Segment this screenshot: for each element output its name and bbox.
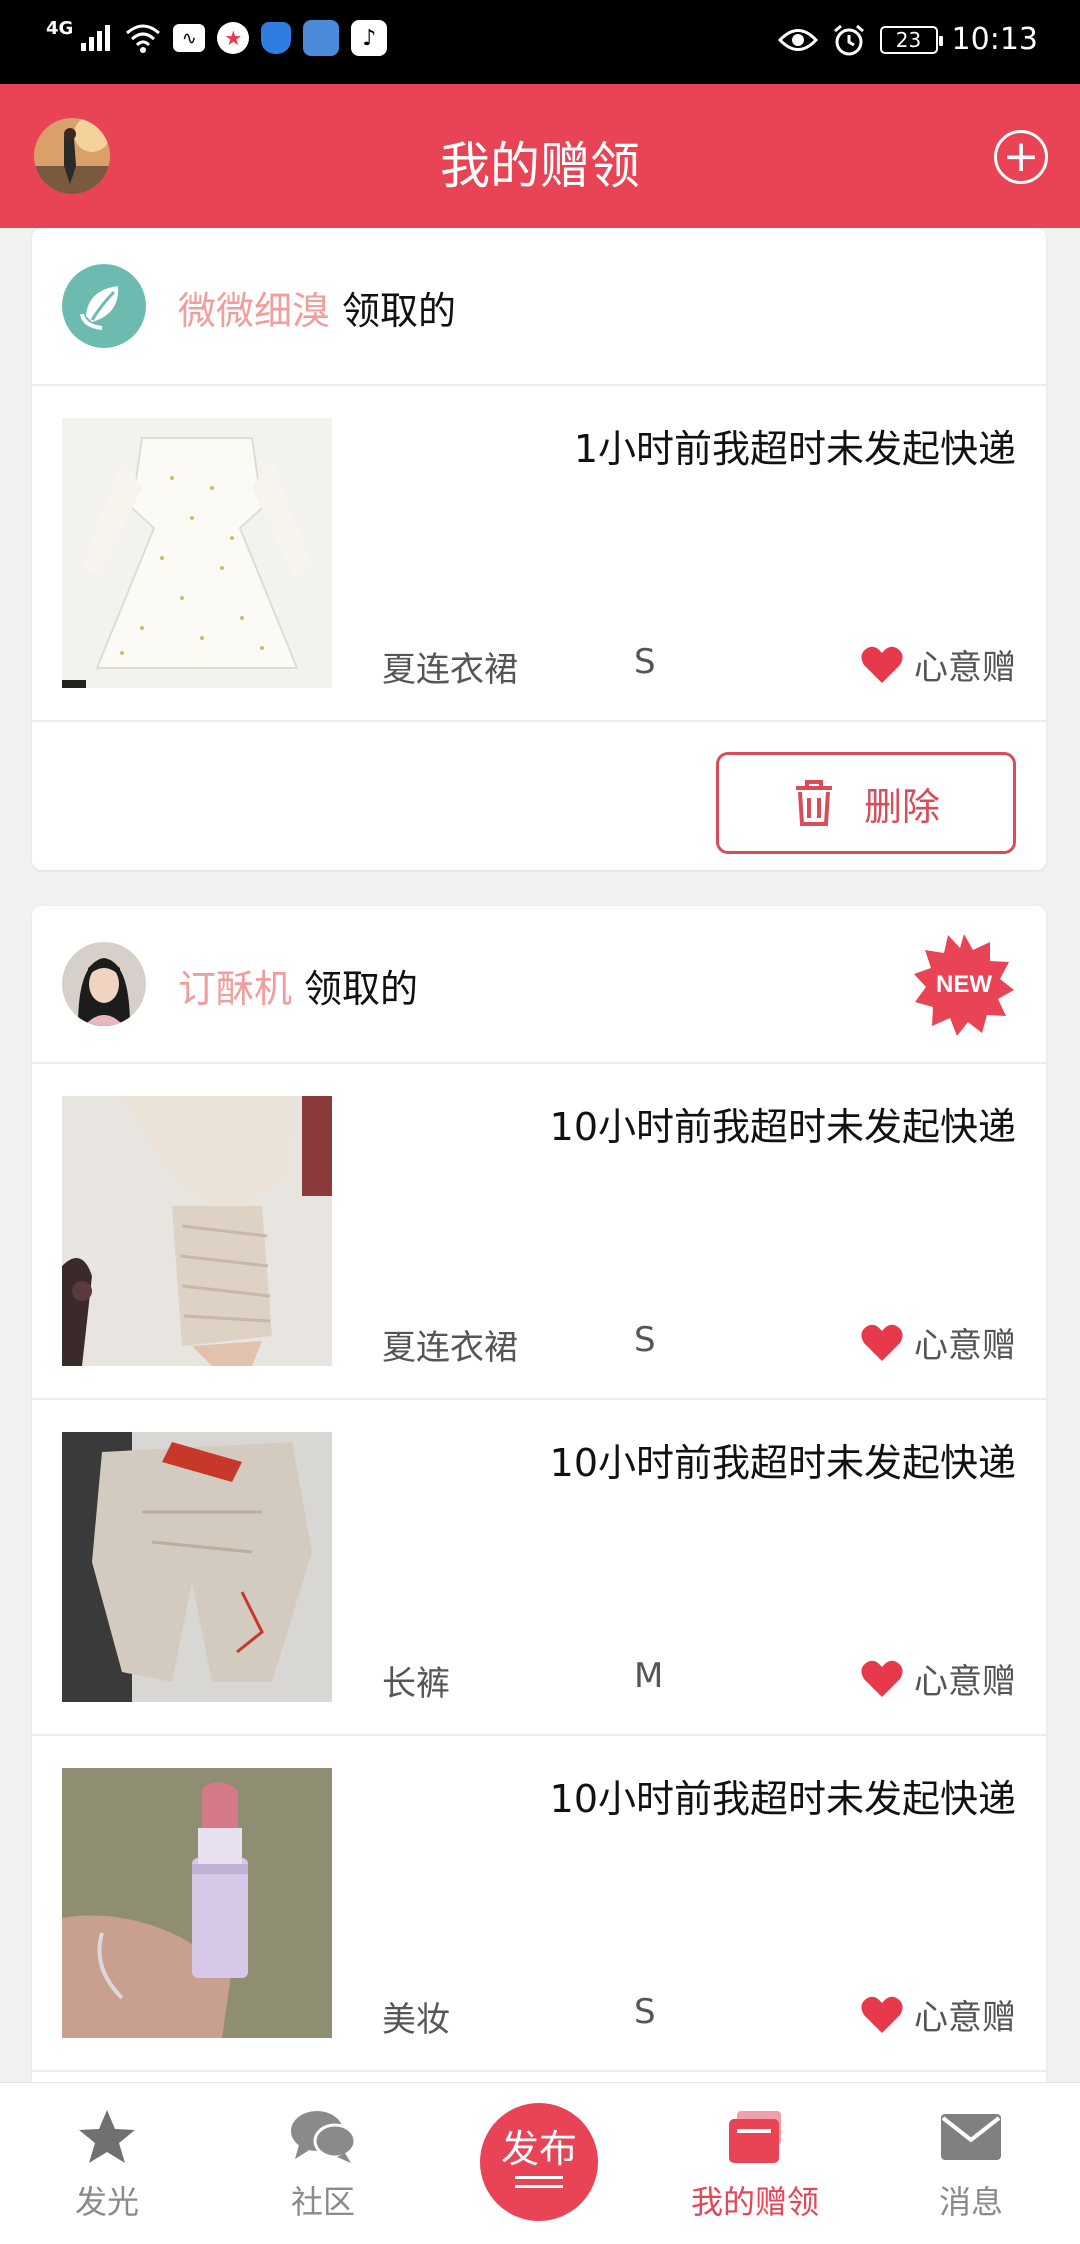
item-thumbnail [62, 418, 332, 688]
item-status: 10小时前我超时未发起快递 [549, 1777, 1016, 1821]
item-size: S [634, 642, 656, 682]
gift-type: 心意赠 [860, 640, 1016, 689]
app-star-icon: ★ [217, 22, 250, 54]
item-thumbnail [62, 1432, 332, 1702]
tab-label: 社区 [290, 2183, 355, 2221]
item-thumbnail [62, 1768, 332, 2038]
heart-icon [861, 1996, 903, 2033]
card-header: 微微细溴 领取的 [32, 228, 1046, 386]
status-icons-left: 4G ∿ ★ ♪ [46, 17, 388, 56]
leaf-logo-icon [62, 264, 146, 348]
item-thumbnail [62, 1096, 332, 1366]
card-username-line: 微微细溴 领取的 [178, 280, 456, 335]
item-status: 1小时前我超时未发起快递 [573, 427, 1016, 471]
item-category: 夏连衣裙 [382, 1328, 518, 1368]
gift-box-icon [729, 2111, 781, 2163]
clock: 10:13 [951, 22, 1038, 57]
gift-type-label: 心意赠 [914, 648, 1016, 688]
item-category: 夏连衣裙 [382, 650, 518, 690]
heart-icon [861, 646, 903, 683]
publish-label: 发布 [500, 2127, 577, 2171]
plus-icon: + [1002, 131, 1040, 182]
wifi-icon [126, 24, 161, 53]
item-size: S [634, 1320, 656, 1360]
status-icons-right: 23 10:13 [777, 22, 1038, 57]
received-label: 领取的 [304, 967, 419, 1011]
eye-icon [777, 28, 818, 51]
card-username-line: 订酥机 领取的 [178, 958, 418, 1013]
gift-type-label: 心意赠 [914, 1326, 1016, 1366]
new-badge: NEW [912, 932, 1016, 1036]
list-item[interactable]: 10小时前我超时未发起快递 长裤 M 心意赠 [32, 1400, 1046, 1736]
alarm-icon [833, 24, 864, 55]
status-bar: 4G ∿ ★ ♪ 23 10:13 [0, 0, 1080, 84]
network-type: 4G [46, 17, 74, 39]
gift-type-label: 心意赠 [914, 1998, 1016, 2038]
gift-type: 心意赠 [860, 1318, 1016, 1367]
received-label: 领取的 [342, 289, 457, 333]
gift-type: 心意赠 [860, 1990, 1016, 2039]
item-size: S [634, 1992, 656, 2032]
signal-icon [81, 25, 111, 51]
gift-card: 订酥机 领取的 NEW 10小时前我超时未发起快递 夏连衣裙 S 心意赠 10小… [32, 906, 1046, 2082]
envelope-icon [941, 2114, 1001, 2160]
app-header: 我的赠领 + [0, 84, 1080, 228]
menu-lines-icon [515, 2176, 563, 2188]
chat-bubbles-icon [291, 2111, 357, 2163]
trash-icon [795, 780, 832, 826]
user-avatar[interactable] [62, 942, 146, 1026]
publish-button[interactable]: 发布 [480, 2103, 598, 2221]
gift-list[interactable]: 微微细溴 领取的 1小时前我超时未发起快递 夏连衣裙 S 心意赠 删除 订酥机 … [0, 228, 1080, 2082]
page-title: 我的赠领 [440, 137, 640, 195]
tab-label: 我的赠领 [690, 2183, 819, 2221]
gift-type: 心意赠 [860, 1654, 1016, 1703]
tab-label: 发光 [74, 2183, 139, 2221]
heart-icon [861, 1324, 903, 1361]
add-button[interactable]: + [994, 130, 1048, 184]
username[interactable]: 微微细溴 [178, 289, 330, 333]
item-status: 10小时前我超时未发起快递 [549, 1105, 1016, 1149]
tab-my-gifts[interactable]: 我的赠领 [680, 2083, 830, 2244]
browser-app-icon [303, 20, 340, 56]
tab-messages[interactable]: 消息 [896, 2083, 1046, 2244]
user-avatar[interactable] [62, 264, 146, 348]
tab-community[interactable]: 社区 [248, 2083, 398, 2244]
item-size: M [634, 1656, 664, 1696]
activity-icon: ∿ [173, 24, 206, 52]
heart-icon [861, 1660, 903, 1697]
avatar-photo [62, 942, 146, 1026]
delete-label: 删除 [863, 784, 940, 829]
star-icon [79, 2110, 135, 2163]
gift-card: 微微细溴 领取的 1小时前我超时未发起快递 夏连衣裙 S 心意赠 删除 [32, 228, 1046, 870]
tiktok-app-icon: ♪ [351, 20, 388, 56]
item-category: 美妆 [382, 2000, 450, 2040]
username[interactable]: 订酥机 [178, 967, 292, 1011]
shield-app-icon [261, 22, 292, 54]
tab-shine[interactable]: 发光 [32, 2083, 182, 2244]
delete-button[interactable]: 删除 [716, 752, 1016, 854]
battery-indicator: 23 [879, 25, 943, 54]
bottom-tab-bar: 发光 社区 发布 我的赠领 消息 [0, 2082, 1080, 2244]
new-label: NEW [936, 971, 992, 998]
gift-type-label: 心意赠 [914, 1662, 1016, 1702]
list-item[interactable]: 10小时前我超时未发起快递 夏连衣裙 S 心意赠 [32, 1064, 1046, 1400]
card-footer: 删除 [32, 722, 1046, 868]
item-category: 长裤 [382, 1664, 450, 1704]
list-item[interactable]: 1小时前我超时未发起快递 夏连衣裙 S 心意赠 [32, 386, 1046, 722]
card-header: 订酥机 领取的 NEW [32, 906, 1046, 1064]
item-status: 10小时前我超时未发起快递 [549, 1441, 1016, 1485]
list-item[interactable]: 10小时前我超时未发起快递 美妆 S 心意赠 [32, 1736, 1046, 2072]
tab-label: 消息 [938, 2183, 1003, 2221]
